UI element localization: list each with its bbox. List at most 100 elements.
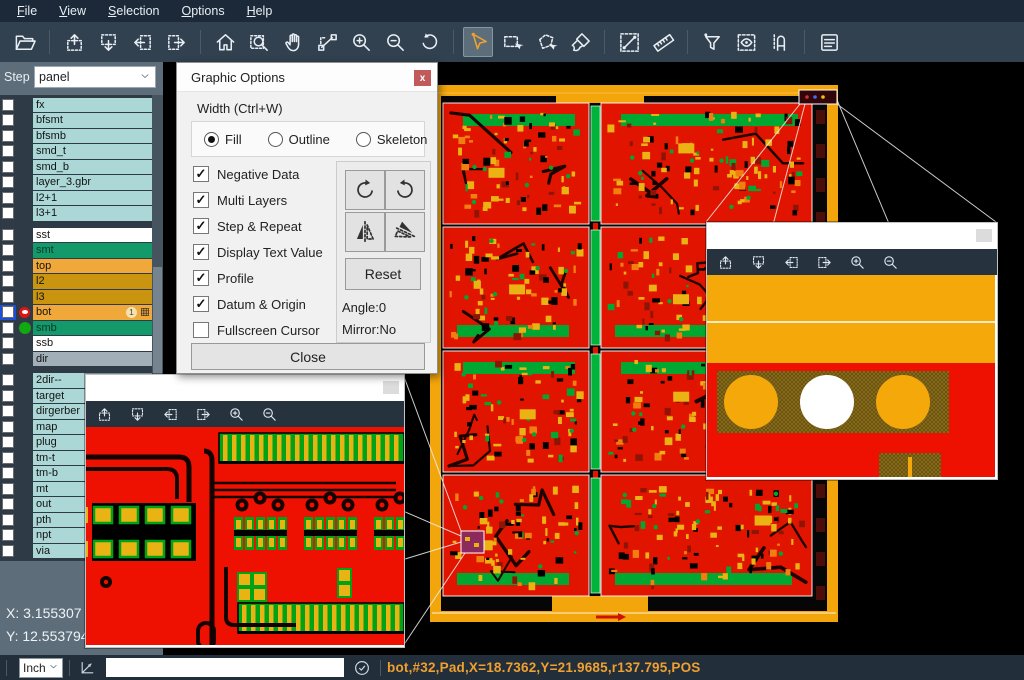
clear-brush-button[interactable] — [565, 27, 595, 57]
angle-mode-icon[interactable] — [76, 657, 98, 679]
open-folder-button[interactable] — [10, 27, 40, 57]
layer-row-smd_b[interactable]: smd_b — [0, 159, 152, 175]
layer-row-sst[interactable]: sst — [0, 227, 152, 243]
scrollbar-thumb[interactable] — [153, 267, 162, 377]
radio-skeleton[interactable]: Skeleton — [356, 132, 428, 147]
magnifier-window-top-right[interactable] — [706, 222, 998, 480]
zoom-previous-button[interactable] — [414, 27, 444, 57]
layer-row-smt[interactable]: smt — [0, 243, 152, 259]
checkbox-multi-layers[interactable]: ✓Multi Layers — [193, 187, 323, 213]
layer-row-l3[interactable]: l3 — [0, 289, 152, 305]
layer-row-top[interactable]: top — [0, 258, 152, 274]
layer-visibility-checkbox[interactable] — [2, 498, 14, 510]
magnifier-view[interactable] — [86, 427, 404, 645]
pan-down-button[interactable] — [748, 252, 768, 272]
checkbox-step-repeat[interactable]: ✓Step & Repeat — [193, 213, 323, 239]
pan-right-button[interactable] — [193, 404, 213, 424]
layer-visibility-checkbox[interactable] — [2, 192, 14, 204]
layer-visibility-checkbox[interactable] — [2, 421, 14, 433]
ruler-button[interactable] — [648, 27, 678, 57]
zoom-in-button[interactable] — [226, 404, 246, 424]
layer-row-dir[interactable]: dir — [0, 351, 152, 367]
magnifier-view[interactable] — [707, 275, 997, 477]
step-select[interactable]: panel — [34, 66, 156, 88]
checkbox-datum-origin[interactable]: ✓Datum & Origin — [193, 291, 323, 317]
window-button[interactable] — [976, 229, 992, 242]
layer-visibility-checkbox[interactable] — [2, 390, 14, 402]
layer-visibility-checkbox[interactable] — [2, 322, 14, 334]
layer-visibility-checkbox[interactable] — [2, 405, 14, 417]
layer-row-layer_3.gbr[interactable]: layer_3.gbr — [0, 175, 152, 191]
zoom-out-button[interactable] — [259, 404, 279, 424]
layer-visibility-checkbox[interactable] — [2, 114, 14, 126]
layer-visibility-checkbox[interactable] — [2, 483, 14, 495]
zoom-window-button[interactable] — [244, 27, 274, 57]
filter-button[interactable] — [697, 27, 727, 57]
layer-visibility-checkbox[interactable] — [2, 161, 14, 173]
pan-right-button[interactable] — [814, 252, 834, 272]
view-options-button[interactable] — [731, 27, 761, 57]
pan-down-button[interactable] — [127, 404, 147, 424]
mirror-vertical-button[interactable] — [385, 212, 425, 252]
pan-down-button[interactable] — [93, 27, 123, 57]
home-button[interactable] — [210, 27, 240, 57]
menu-item-options[interactable]: Options — [170, 0, 235, 22]
unit-select[interactable]: Inch — [19, 658, 63, 678]
close-icon[interactable]: x — [414, 70, 431, 86]
layer-row-smd_t[interactable]: smd_t — [0, 144, 152, 160]
zoom-in-button[interactable] — [847, 252, 867, 272]
hand-pan-button[interactable] — [278, 27, 308, 57]
layer-visibility-checkbox[interactable] — [2, 436, 14, 448]
pan-right-button[interactable] — [161, 27, 191, 57]
zoom-in-button[interactable] — [346, 27, 376, 57]
menu-item-selection[interactable]: Selection — [97, 0, 170, 22]
layer-row-smb[interactable]: smb — [0, 320, 152, 336]
layer-row-l2+1[interactable]: l2+1 — [0, 190, 152, 206]
layer-row-bfsmt[interactable]: bfsmt — [0, 113, 152, 129]
layer-row-l3+1[interactable]: l3+1 — [0, 206, 152, 222]
layer-row-bfsmb[interactable]: bfsmb — [0, 128, 152, 144]
close-button[interactable]: Close — [191, 343, 425, 370]
layer-visibility-checkbox[interactable] — [2, 452, 14, 464]
edit-vertex-button[interactable] — [312, 27, 342, 57]
pan-up-button[interactable] — [94, 404, 114, 424]
layer-visibility-checkbox[interactable] — [2, 207, 14, 219]
layer-row-fx[interactable]: fx — [0, 97, 152, 113]
layer-row-ssb[interactable]: ssb — [0, 336, 152, 352]
layer-visibility-checkbox[interactable] — [2, 306, 14, 318]
radio-outline[interactable]: Outline — [268, 132, 330, 147]
pan-up-button[interactable] — [59, 27, 89, 57]
magnifier-window-bottom-left[interactable] — [85, 374, 405, 648]
menu-item-view[interactable]: View — [48, 0, 97, 22]
select-cursor-button[interactable] — [463, 27, 493, 57]
pan-up-button[interactable] — [715, 252, 735, 272]
checkbox-negative-data[interactable]: ✓Negative Data — [193, 161, 323, 187]
zoom-out-button[interactable] — [380, 27, 410, 57]
layer-visibility-checkbox[interactable] — [2, 275, 14, 287]
layer-visibility-checkbox[interactable] — [2, 545, 14, 557]
pan-left-button[interactable] — [160, 404, 180, 424]
dialog-titlebar[interactable]: Graphic Options x — [177, 63, 437, 92]
apply-icon[interactable] — [350, 656, 374, 680]
layer-visibility-checkbox[interactable] — [2, 260, 14, 272]
reset-button[interactable]: Reset — [345, 258, 421, 290]
layer-visibility-checkbox[interactable] — [2, 353, 14, 365]
checkbox-display-text-value[interactable]: ✓Display Text Value — [193, 239, 323, 265]
mirror-horizontal-button[interactable] — [345, 212, 385, 252]
rect-select-button[interactable] — [497, 27, 527, 57]
command-input[interactable] — [106, 658, 344, 677]
rotate-cw-button[interactable] — [345, 170, 385, 210]
checkbox-fullscreen-cursor[interactable]: Fullscreen Cursor — [193, 317, 323, 343]
layer-visibility-checkbox[interactable] — [2, 529, 14, 541]
layer-row-bot[interactable]: bot1 — [0, 305, 152, 321]
layer-visibility-checkbox[interactable] — [2, 374, 14, 386]
layer-visibility-checkbox[interactable] — [2, 130, 14, 142]
layer-visibility-checkbox[interactable] — [2, 291, 14, 303]
layer-visibility-checkbox[interactable] — [2, 176, 14, 188]
pan-left-button[interactable] — [781, 252, 801, 272]
snap-button[interactable] — [765, 27, 795, 57]
pan-left-button[interactable] — [127, 27, 157, 57]
menu-item-file[interactable]: File — [6, 0, 48, 22]
window-button[interactable] — [383, 381, 399, 394]
layer-visibility-checkbox[interactable] — [2, 145, 14, 157]
